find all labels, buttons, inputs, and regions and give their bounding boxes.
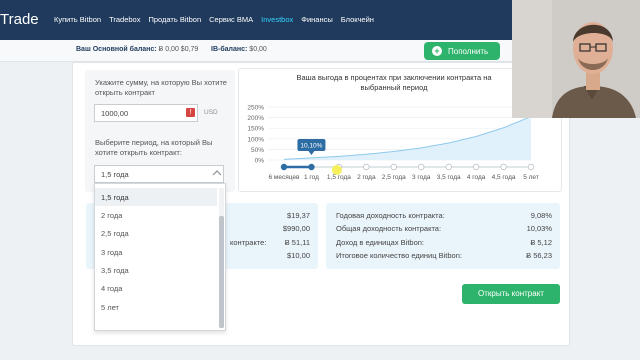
logo[interactable]: Trade xyxy=(0,11,39,28)
nav-tradebox[interactable]: Tradebox xyxy=(109,15,140,24)
main-nav: Купить Bitbon Tradebox Продать Bitbon Се… xyxy=(54,15,374,24)
main-balance-bitbon: Ƀ 0,00 xyxy=(158,46,179,53)
ib-balance-value: $0,00 xyxy=(249,46,267,53)
amount-label: Укажите сумму, на которую Вы хотите откр… xyxy=(95,78,227,97)
topup-button[interactable]: + Пополнить xyxy=(424,42,500,60)
chevron-up-icon[interactable] xyxy=(212,169,222,177)
period-option[interactable]: 2 года xyxy=(95,206,217,224)
period-label: Выберите период, на который Вы хотите от… xyxy=(95,138,213,157)
stat-left-value-3: $10,00 xyxy=(287,251,310,260)
presenter-figure xyxy=(512,0,640,118)
stat-income-label: Доход в единицах Bitbon: xyxy=(336,238,425,247)
dropdown-scrollbar-thumb[interactable] xyxy=(219,216,224,328)
stat-left-value-2: Ƀ 51,11 xyxy=(284,238,310,247)
ib-balance-label: IB-баланс: xyxy=(211,46,248,53)
nav-blockchain[interactable]: Блокчейн xyxy=(341,15,374,24)
stat-total-label: Общая доходность контракта: xyxy=(336,224,442,233)
main-balance: Ваш Основной баланс: Ƀ 0,00 $0,79 xyxy=(76,46,198,53)
currency-label: USD xyxy=(204,109,218,116)
period-option[interactable]: 5 лет xyxy=(95,298,217,316)
nav-bma-service[interactable]: Сервис BMA xyxy=(209,15,253,24)
chart-title: Ваша выгода в процентах при заключении к… xyxy=(296,73,492,92)
period-select[interactable]: 1,5 года xyxy=(94,165,224,183)
period-option[interactable]: 1,5 года xyxy=(95,188,217,206)
stat-income-value: Ƀ 5,12 xyxy=(530,238,552,247)
stat-annual-label: Годовая доходность контракта: xyxy=(336,211,445,220)
main-balance-label: Ваш Основной баланс: xyxy=(76,46,157,53)
nav-buy-bitbon[interactable]: Купить Bitbon xyxy=(54,15,101,24)
warning-icon: ! xyxy=(186,108,195,117)
period-dropdown: 1,5 года 2 года 2,5 года 3 года 3,5 года… xyxy=(94,183,226,331)
stat-left-value-1: $990,00 xyxy=(282,224,310,233)
open-contract-button[interactable]: Открыть контракт xyxy=(462,284,560,304)
stat-left-value-0: $19,37 xyxy=(287,211,310,220)
stat-total-value: 10,03% xyxy=(526,224,552,233)
topup-label: Пополнить xyxy=(448,46,489,56)
plus-icon: + xyxy=(432,46,442,56)
amount-input[interactable]: 1000,00 xyxy=(94,104,198,122)
stat-final-label: Итоговое количество единиц Bitbon: xyxy=(336,251,462,260)
main-balance-usd: $0,79 xyxy=(180,46,199,53)
stat-annual-value: 9,08% xyxy=(530,211,552,220)
nav-sell-bitbon[interactable]: Продать Bitbon xyxy=(148,15,201,24)
period-option[interactable]: 3,5 года xyxy=(95,261,217,279)
period-option[interactable]: 4 года xyxy=(95,279,217,297)
presenter-webcam xyxy=(512,0,640,118)
period-option[interactable]: 3 года xyxy=(95,243,217,261)
nav-finance[interactable]: Финансы xyxy=(301,15,333,24)
period-option[interactable]: 2,5 года xyxy=(95,224,217,242)
stat-final-value: Ƀ 56,23 xyxy=(526,251,552,260)
ib-balance: IB-баланс: $0,00 xyxy=(211,46,267,53)
nav-investbox[interactable]: Investbox xyxy=(261,15,293,24)
